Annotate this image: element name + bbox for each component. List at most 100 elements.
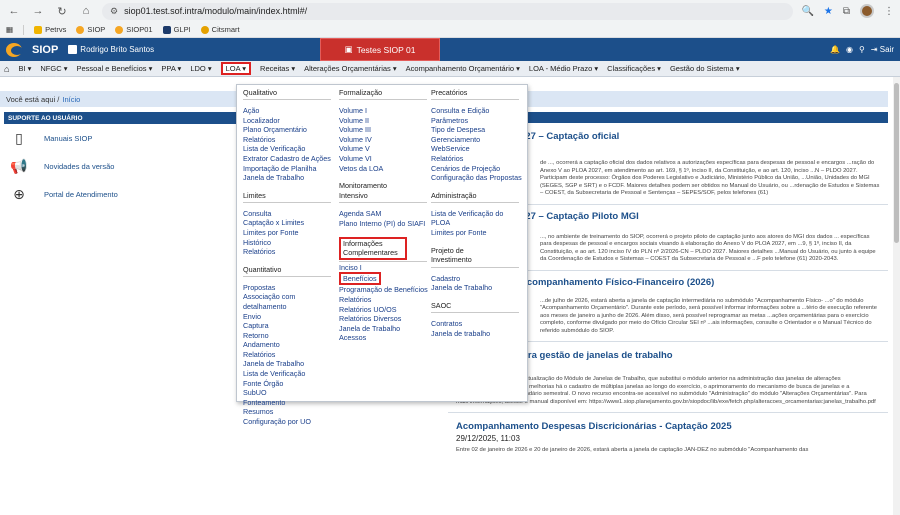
site-info-icon[interactable]: ⚙ [110,6,118,17]
bookmark-siop01[interactable]: SIOP01 [115,25,153,34]
breadcrumb-home-link[interactable]: Início [62,95,80,104]
news-title[interactable]: ...ra gestão de janelas de trabalho [520,350,888,361]
page-scrollbar[interactable] [893,77,900,515]
scrollbar-thumb[interactable] [894,83,899,243]
menu-link[interactable]: Programação de Benefícios [339,285,431,295]
menu-gestao[interactable]: Gestão do Sistema ▾ [670,64,740,73]
menu-link[interactable]: Resumos [243,407,339,417]
menu-link[interactable]: Relatórios UO/OS [339,305,431,315]
menu-link[interactable]: Gerenciamento [431,135,525,145]
menu-nfgc[interactable]: NFGC ▾ [40,64,67,73]
bookmark-petrvs[interactable]: Petrvs [34,25,66,34]
news-title[interactable]: 027 – Captação Piloto MGI [520,211,888,222]
menu-link[interactable]: Relatórios Diversos [339,314,431,324]
menu-link[interactable]: Contratos [431,319,525,329]
menu-link[interactable]: Acessos [339,333,431,343]
menu-link[interactable]: Importação de Planilha [243,164,339,174]
menu-link[interactable]: WebService [431,144,525,154]
menu-link[interactable]: Tipo de Despesa [431,125,525,135]
home-icon[interactable]: ⌂ [78,3,94,19]
zoom-icon[interactable]: 🔍 [801,6,813,17]
menu-ldo[interactable]: LDO ▾ [190,64,211,73]
menu-pessoal[interactable]: Pessoal e Benefícios ▾ [77,64,153,73]
menu-link[interactable]: Janela de Trabalho [243,359,339,369]
menu-link[interactable]: Propostas [243,283,339,293]
menu-bi[interactable]: BI ▾ [18,64,31,73]
menu-link[interactable]: Relatórios [243,135,339,145]
bell-icon[interactable]: 🔔 [830,45,840,54]
section-informacoes-complementares[interactable]: Informações Complementares [339,236,407,260]
menu-link[interactable]: Relatórios [431,154,525,164]
menu-link[interactable]: Volume VI [339,154,431,164]
menu-classificacoes[interactable]: Classificações ▾ [607,64,661,73]
menu-link[interactable]: Configuração das Propostas [431,173,525,183]
menu-link[interactable]: Janela de Trabalho [243,173,339,183]
address-bar[interactable]: ⚙ siop01.test.sof.intra/modulo/main/inde… [102,2,794,20]
menu-link[interactable]: Cenários de Projeção [431,164,525,174]
search-icon[interactable]: ⚲ [859,45,865,54]
menu-link[interactable]: Retorno [243,331,339,341]
menu-link[interactable]: Localizador [243,116,339,126]
back-icon[interactable]: ← [6,3,22,19]
news-title[interactable]: Acompanhamento Físico-Financeiro (2026) [520,277,888,288]
menu-link[interactable]: Captura [243,321,339,331]
menu-receitas[interactable]: Receitas ▾ [260,64,295,73]
menu-link[interactable]: Captação x Limites [243,218,339,228]
bookmark-siop[interactable]: SIOP [76,25,105,34]
menu-link[interactable]: Relatórios [243,247,339,257]
menu-link[interactable]: Lista de Verificação do PLOA [431,209,509,228]
home-icon[interactable]: ⌂ [4,64,9,74]
user-info[interactable]: Rodrigo Brito Santos [68,45,154,54]
menu-link[interactable]: Lista de Verificação [243,144,339,154]
menu-link[interactable]: Lista de Verificação [243,369,339,379]
menu-alteracoes[interactable]: Alterações Orçamentárias ▾ [304,64,397,73]
bookmark-glpi[interactable]: GLPI [162,25,191,34]
menu-link[interactable]: Extrator Cadastro de Ações [243,154,339,164]
apps-grid-icon[interactable]: ▦ [6,25,13,34]
menu-acompanhamento[interactable]: Acompanhamento Orçamentário ▾ [406,64,520,73]
menu-link[interactable]: SubUO [243,388,339,398]
menu-link-inciso[interactable]: Inciso I [339,263,431,273]
news-title[interactable]: Acompanhamento Despesas Discricionárias … [456,421,888,432]
menu-link[interactable]: Envio [243,312,339,322]
menu-link[interactable]: Agenda SAM [339,209,431,219]
menu-link[interactable]: Configuração por UO [243,417,339,427]
menu-link[interactable]: Limites por Fonte [243,228,339,238]
menu-link[interactable]: Relatórios [339,295,431,305]
menu-link[interactable]: Janela de Trabalho [339,324,431,334]
extensions-icon[interactable]: ⧉ [843,6,850,17]
bookmark-citsmart[interactable]: Citsmart [200,25,240,34]
menu-loa-medio-prazo[interactable]: LOA - Médio Prazo ▾ [529,64,598,73]
menu-link[interactable]: Volume III [339,125,431,135]
siop-logo[interactable]: SIOP [6,42,58,57]
menu-link[interactable]: Janela de trabalho [431,329,525,339]
menu-link[interactable]: Plano Interno (PI) do SIAFI [339,219,431,229]
menu-link[interactable]: Fonteamento [243,398,339,408]
menu-link[interactable]: Vetos da LOA [339,164,431,174]
globe-icon[interactable]: ◉ [846,45,853,54]
menu-link[interactable]: detalhamento [243,302,339,312]
forward-icon[interactable]: → [30,3,46,19]
menu-link[interactable]: Andamento [243,340,339,350]
menu-link[interactable]: Consulta e Edição [431,106,525,116]
menu-link-beneficios[interactable]: Benefícios [339,272,381,286]
menu-link[interactable]: Fonte Órgão [243,379,339,389]
menu-link[interactable]: Consulta [243,209,339,219]
menu-ppa[interactable]: PPA ▾ [161,64,181,73]
menu-link[interactable]: Cadastro [431,274,525,284]
menu-link[interactable]: Volume V [339,144,431,154]
logout-button[interactable]: ⇥ Sair [871,45,894,54]
menu-link[interactable]: Volume I [339,106,431,116]
menu-loa[interactable]: LOA ▾ [220,62,252,75]
menu-link[interactable]: Volume II [339,116,431,126]
browser-menu-icon[interactable]: ⋮ [884,6,894,17]
menu-link[interactable]: Ação [243,106,339,116]
reload-icon[interactable]: ↻ [54,3,70,19]
menu-link[interactable]: Associação com [243,292,339,302]
menu-link[interactable]: Relatórios [243,350,339,360]
menu-link[interactable]: Limites por Fonte [431,228,525,238]
menu-link[interactable]: Parâmetros [431,116,525,126]
menu-link[interactable]: Histórico [243,238,339,248]
menu-link[interactable]: Volume IV [339,135,431,145]
news-title[interactable]: 027 – Captação oficial [520,131,888,142]
